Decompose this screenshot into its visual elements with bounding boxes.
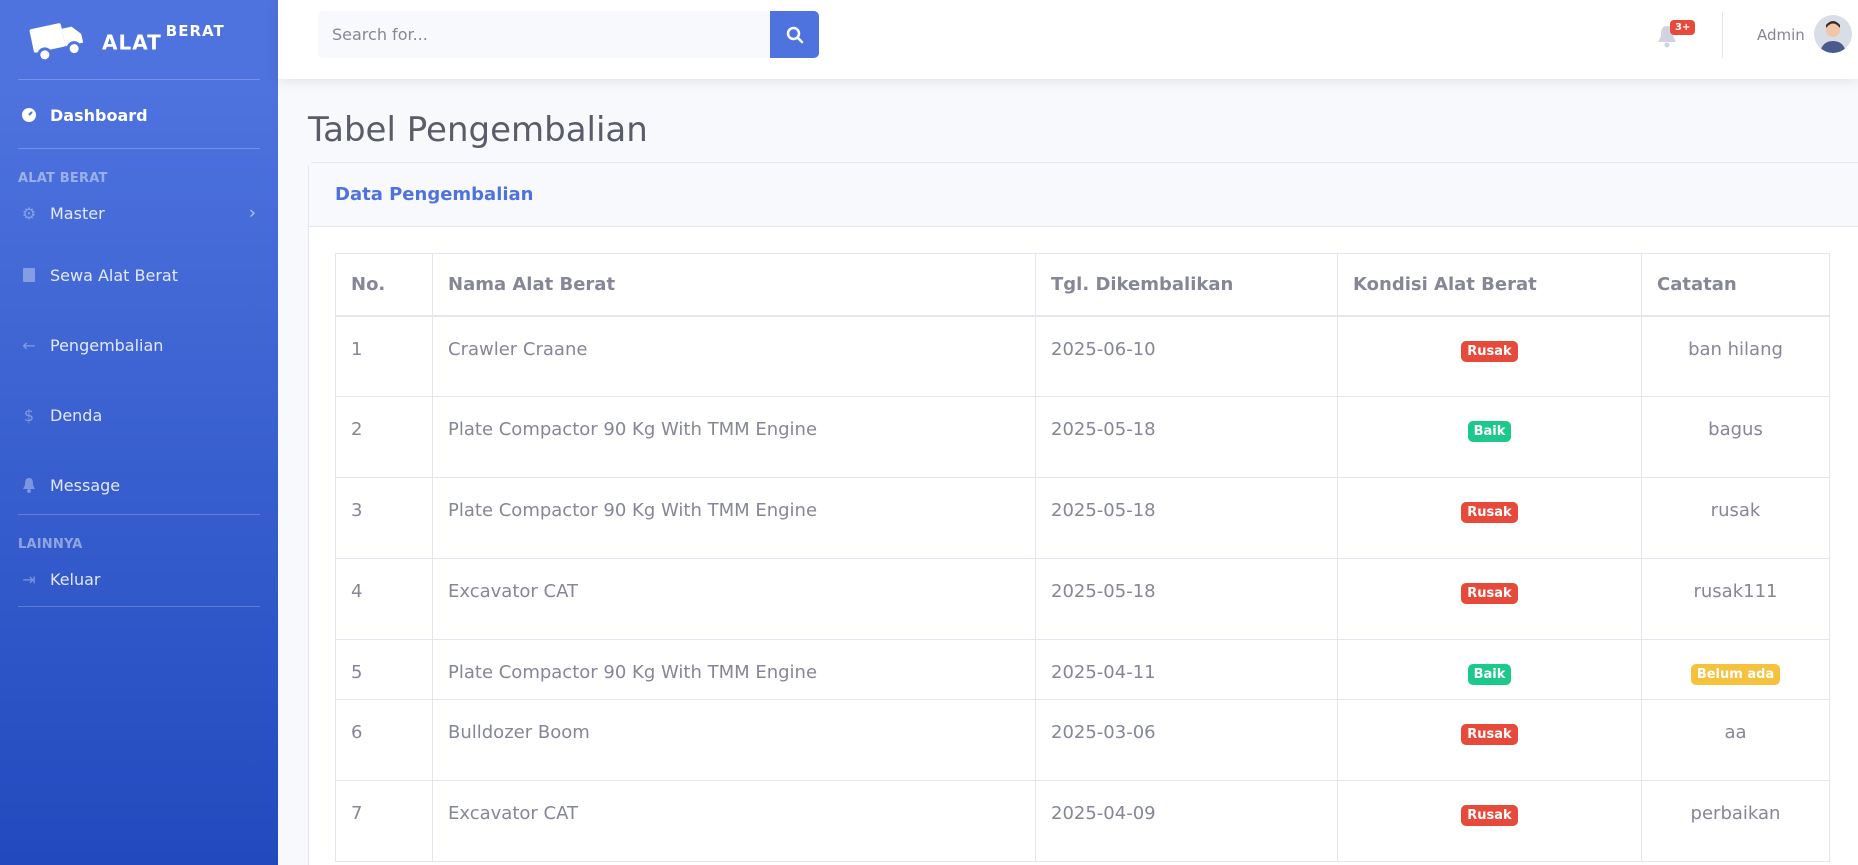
- sidebar-item-label: Pengembalian: [50, 335, 164, 355]
- arrow-left-icon: ←: [22, 335, 36, 355]
- brand-sup: BERAT: [165, 22, 225, 41]
- card-title: Data Pengembalian: [309, 163, 1858, 227]
- cell-kondisi: Baik: [1337, 396, 1642, 478]
- cell-kondisi: Baik: [1337, 639, 1642, 700]
- brand-name: ALAT: [102, 30, 162, 55]
- search-input[interactable]: [318, 11, 770, 58]
- table-row: 7 Excavator CAT 2025-04-09 Rusak perbaik…: [335, 780, 1830, 862]
- sidebar-divider: [18, 606, 260, 607]
- cell-kondisi: Rusak: [1337, 699, 1642, 781]
- sidebar-item-label: Message: [50, 475, 121, 495]
- topbar-divider: [1722, 12, 1723, 58]
- cell-no: 1: [335, 315, 433, 397]
- chevron-right-icon: ›: [248, 202, 256, 224]
- cell-kondisi: Rusak: [1337, 315, 1642, 397]
- table-row: 1 Crawler Craane 2025-06-10 Rusak ban hi…: [335, 315, 1830, 397]
- alerts-badge: 3+: [1670, 20, 1696, 35]
- sidebar-heading-lainnya: LAINNYA: [18, 537, 83, 552]
- cell-no: 6: [335, 699, 433, 781]
- cell-catatan: perbaikan: [1641, 780, 1830, 862]
- status-badge: Rusak: [1461, 340, 1518, 362]
- sidebar-item-sewa[interactable]: Sewa Alat Berat: [0, 240, 278, 310]
- cell-nama: Crawler Craane: [432, 315, 1036, 397]
- sidebar-item-denda[interactable]: $ Denda: [0, 380, 278, 450]
- status-badge: Rusak: [1461, 805, 1518, 826]
- bell-icon: [20, 476, 38, 494]
- cell-catatan: bagus: [1641, 396, 1830, 478]
- truck-icon: [29, 22, 84, 62]
- cell-kondisi: Rusak: [1337, 558, 1642, 640]
- search-icon: [786, 26, 803, 43]
- sidebar-item-master[interactable]: ⚙ Master ›: [0, 186, 278, 240]
- status-badge: Rusak: [1461, 724, 1518, 745]
- sidebar-item-label: Dashboard: [50, 105, 148, 125]
- sign-out-icon: ⇥: [22, 569, 36, 589]
- cell-no: 4: [335, 558, 433, 640]
- cell-nama: Excavator CAT: [432, 780, 1036, 862]
- status-badge: Rusak: [1461, 502, 1518, 523]
- cell-tgl: 2025-03-06: [1035, 699, 1338, 781]
- cell-nama: Plate Compactor 90 Kg With TMM Engine: [432, 477, 1036, 559]
- cell-nama: Plate Compactor 90 Kg With TMM Engine: [432, 639, 1036, 700]
- sidebar-item-label: Denda: [50, 405, 103, 425]
- status-badge: Rusak: [1461, 583, 1518, 604]
- user-name[interactable]: Admin: [1757, 26, 1805, 44]
- table-row: 6 Bulldozer Boom 2025-03-06 Rusak aa: [335, 699, 1830, 781]
- sidebar-item-pengembalian[interactable]: ← Pengembalian: [0, 310, 278, 380]
- table-header-row: No. Nama Alat Berat Tgl. Dikembalikan Ko…: [335, 253, 1830, 317]
- dollar-icon: $: [23, 405, 35, 425]
- avatar[interactable]: [1814, 15, 1852, 53]
- page-title: Tabel Pengembalian: [308, 110, 648, 150]
- sidebar-item-label: Sewa Alat Berat: [50, 265, 179, 285]
- cell-tgl: 2025-05-18: [1035, 477, 1338, 559]
- cell-no: 3: [335, 477, 433, 559]
- gear-icon: ⚙: [21, 203, 37, 223]
- cell-catatan: ban hilang: [1641, 315, 1830, 397]
- column-header[interactable]: Kondisi Alat Berat: [1337, 253, 1642, 317]
- tachometer-icon: [20, 106, 38, 124]
- table-row: 4 Excavator CAT 2025-05-18 Rusak rusak11…: [335, 558, 1830, 640]
- note-badge: Belum ada: [1690, 664, 1781, 685]
- table-row: 5 Plate Compactor 90 Kg With TMM Engine …: [335, 639, 1830, 700]
- search-form: [318, 11, 819, 58]
- sidebar-item-message[interactable]: Message: [0, 450, 278, 520]
- column-header[interactable]: No.: [335, 253, 433, 317]
- search-button[interactable]: [770, 11, 819, 58]
- cell-tgl: 2025-05-18: [1035, 558, 1338, 640]
- cell-tgl: 2025-05-18: [1035, 396, 1338, 478]
- cell-catatan: aa: [1641, 699, 1830, 781]
- cell-kondisi: Rusak: [1337, 780, 1642, 862]
- cell-tgl: 2025-06-10: [1035, 315, 1338, 397]
- brand[interactable]: ALAT BERAT: [0, 0, 278, 79]
- data-card: Data Pengembalian No. Nama Alat Berat Tg…: [308, 162, 1858, 865]
- pengembalian-table: No. Nama Alat Berat Tgl. Dikembalikan Ko…: [335, 253, 1830, 862]
- status-badge: Baik: [1467, 664, 1512, 685]
- cell-catatan: rusak: [1641, 477, 1830, 559]
- table-row: 2 Plate Compactor 90 Kg With TMM Engine …: [335, 396, 1830, 478]
- sidebar: ALAT BERAT Dashboard ALAT BERAT ⚙ Master …: [0, 0, 278, 865]
- cell-nama: Plate Compactor 90 Kg With TMM Engine: [432, 396, 1036, 478]
- sidebar-item-dashboard[interactable]: Dashboard: [0, 80, 278, 150]
- book-icon: [20, 266, 38, 284]
- sidebar-item-keluar[interactable]: ⇥ Keluar: [0, 552, 278, 606]
- cell-no: 5: [335, 639, 433, 700]
- topbar: 3+ Admin: [278, 0, 1858, 79]
- sidebar-heading-alat: ALAT BERAT: [18, 171, 108, 186]
- cell-kondisi: Rusak: [1337, 477, 1642, 559]
- column-header[interactable]: Catatan: [1641, 253, 1830, 317]
- cell-no: 7: [335, 780, 433, 862]
- cell-catatan: Belum ada: [1641, 639, 1830, 700]
- cell-tgl: 2025-04-11: [1035, 639, 1338, 700]
- cell-no: 2: [335, 396, 433, 478]
- column-header[interactable]: Tgl. Dikembalikan: [1035, 253, 1338, 317]
- column-header[interactable]: Nama Alat Berat: [432, 253, 1036, 317]
- cell-catatan: rusak111: [1641, 558, 1830, 640]
- status-badge: Baik: [1467, 421, 1512, 442]
- sidebar-item-label: Master: [50, 203, 105, 223]
- cell-tgl: 2025-04-09: [1035, 780, 1338, 862]
- sidebar-item-label: Keluar: [50, 569, 101, 589]
- cell-nama: Bulldozer Boom: [432, 699, 1036, 781]
- table-row: 3 Plate Compactor 90 Kg With TMM Engine …: [335, 477, 1830, 559]
- cell-nama: Excavator CAT: [432, 558, 1036, 640]
